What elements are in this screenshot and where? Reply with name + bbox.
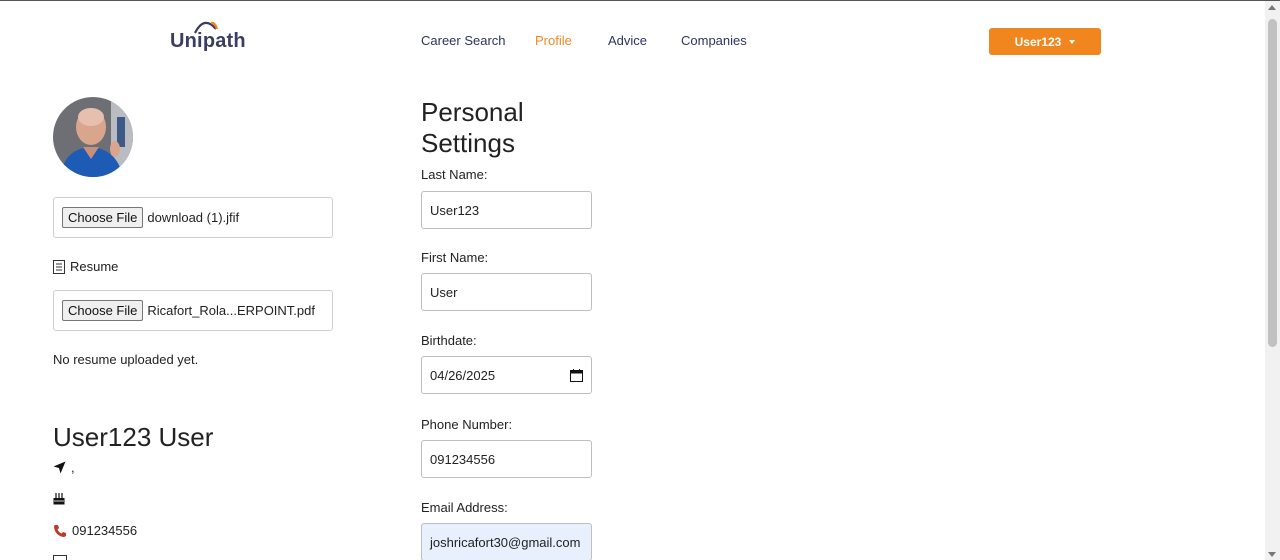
phone-number-label: Phone Number: xyxy=(421,417,513,432)
last-name-value: User123 xyxy=(430,202,480,218)
phone-icon xyxy=(54,524,66,537)
no-resume-message: No resume uploaded yet. xyxy=(53,352,199,367)
document-icon xyxy=(53,259,65,274)
birthday-row xyxy=(53,492,70,505)
email-address-field[interactable]: joshricafort30@gmail.com xyxy=(421,523,592,560)
email-address-label: Email Address: xyxy=(421,500,508,515)
avatar xyxy=(53,97,133,177)
chevron-down-icon xyxy=(1069,39,1076,44)
scroll-up-arrow-icon[interactable] xyxy=(1268,5,1276,10)
phone-row: 091234556 xyxy=(53,523,137,538)
nav-career-search[interactable]: Career Search xyxy=(421,33,506,48)
email-row xyxy=(53,555,67,560)
first-name-value: User xyxy=(430,284,458,300)
user-menu-button[interactable]: User123 xyxy=(989,28,1101,55)
photo-file-name: download (1).jfif xyxy=(147,210,240,225)
avatar-photo xyxy=(53,97,133,177)
location-arrow-icon xyxy=(53,461,66,474)
profile-full-name: User123 User xyxy=(53,422,214,452)
page-scrollbar[interactable] xyxy=(1265,1,1280,560)
photo-file-input[interactable]: Choose File download (1).jfif xyxy=(53,197,333,238)
photo-choose-file-button[interactable]: Choose File xyxy=(62,207,144,228)
phone-number-value: 091234556 xyxy=(430,451,496,467)
brand-name: Unipath xyxy=(170,30,246,52)
location-row: , xyxy=(53,460,75,475)
phone-number-field[interactable]: 091234556 xyxy=(421,440,592,478)
birthdate-value: 04/26/2025 xyxy=(430,367,496,383)
scrollbar-thumb[interactable] xyxy=(1268,19,1277,347)
last-name-field[interactable]: User123 xyxy=(421,191,592,229)
scroll-down-arrow-icon[interactable] xyxy=(1268,552,1276,557)
resume-label: Resume xyxy=(53,259,118,274)
resume-choose-file-button[interactable]: Choose File xyxy=(62,300,144,321)
birthdate-field[interactable]: 04/26/2025 xyxy=(421,356,592,394)
birthdate-label: Birthdate: xyxy=(421,333,477,348)
first-name-field[interactable]: User xyxy=(421,273,592,311)
phone-text: 091234556 xyxy=(72,523,138,538)
calendar-icon[interactable] xyxy=(570,368,583,382)
email-address-value: joshricafort30@gmail.com xyxy=(430,534,581,550)
resume-file-input[interactable]: Choose File Ricafort_Rola...ERPOINT.pdf xyxy=(53,290,333,331)
last-name-label: Last Name: xyxy=(421,167,488,182)
profile-page: Unipath Career Search Profile Advice Com… xyxy=(0,0,1280,560)
nav-advice[interactable]: Advice xyxy=(608,33,647,48)
resume-label-text: Resume xyxy=(70,259,119,274)
first-name-label: First Name: xyxy=(421,250,489,265)
user-menu-label: User123 xyxy=(1014,34,1062,49)
nav-companies[interactable]: Companies xyxy=(681,33,747,48)
resume-file-name: Ricafort_Rola...ERPOINT.pdf xyxy=(147,303,315,318)
location-text: , xyxy=(71,460,75,475)
nav-profile[interactable]: Profile xyxy=(535,33,572,48)
birthday-cake-icon xyxy=(53,493,65,505)
envelope-icon xyxy=(53,555,67,560)
settings-title: Personal Settings xyxy=(421,97,524,158)
